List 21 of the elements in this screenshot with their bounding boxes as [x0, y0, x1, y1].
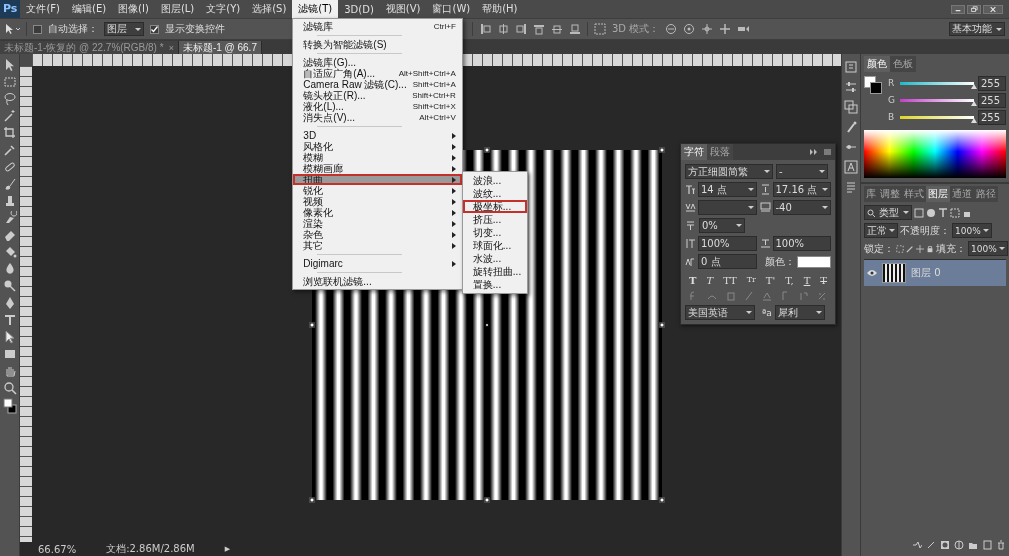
document-size: 文档:2.86M/2.86M: [106, 542, 195, 556]
checkbox-label: 显示变换控件: [165, 22, 225, 36]
shortcut-label: Shift+Ctrl+R: [412, 90, 456, 101]
checkbox-label: 自动选择：: [48, 22, 98, 36]
shortcut-label: Shift+Ctrl+A: [412, 79, 456, 90]
fill-label: 填充：: [936, 241, 966, 256]
lock-label: 锁定：: [864, 241, 894, 256]
channel-label: G: [888, 95, 896, 105]
antialias-label: ªa: [762, 307, 772, 318]
layer-name: 图层 0: [911, 266, 941, 280]
color-label: 颜色：: [765, 254, 795, 269]
zoom-level: 66.67%: [38, 543, 77, 555]
opacity-label: 不透明度：: [900, 223, 950, 238]
app-logo: Ps: [0, 0, 21, 18]
shortcut-label: Alt+Shift+Ctrl+A: [398, 68, 456, 79]
channel-label: B: [888, 112, 896, 122]
mode-label: 3D 模式：: [612, 22, 660, 36]
shortcut-label: Ctrl+F: [433, 21, 456, 32]
shortcut-label: Shift+Ctrl+X: [412, 101, 456, 112]
shortcut-label: Alt+Ctrl+V: [419, 112, 456, 123]
channel-label: R: [888, 78, 896, 88]
